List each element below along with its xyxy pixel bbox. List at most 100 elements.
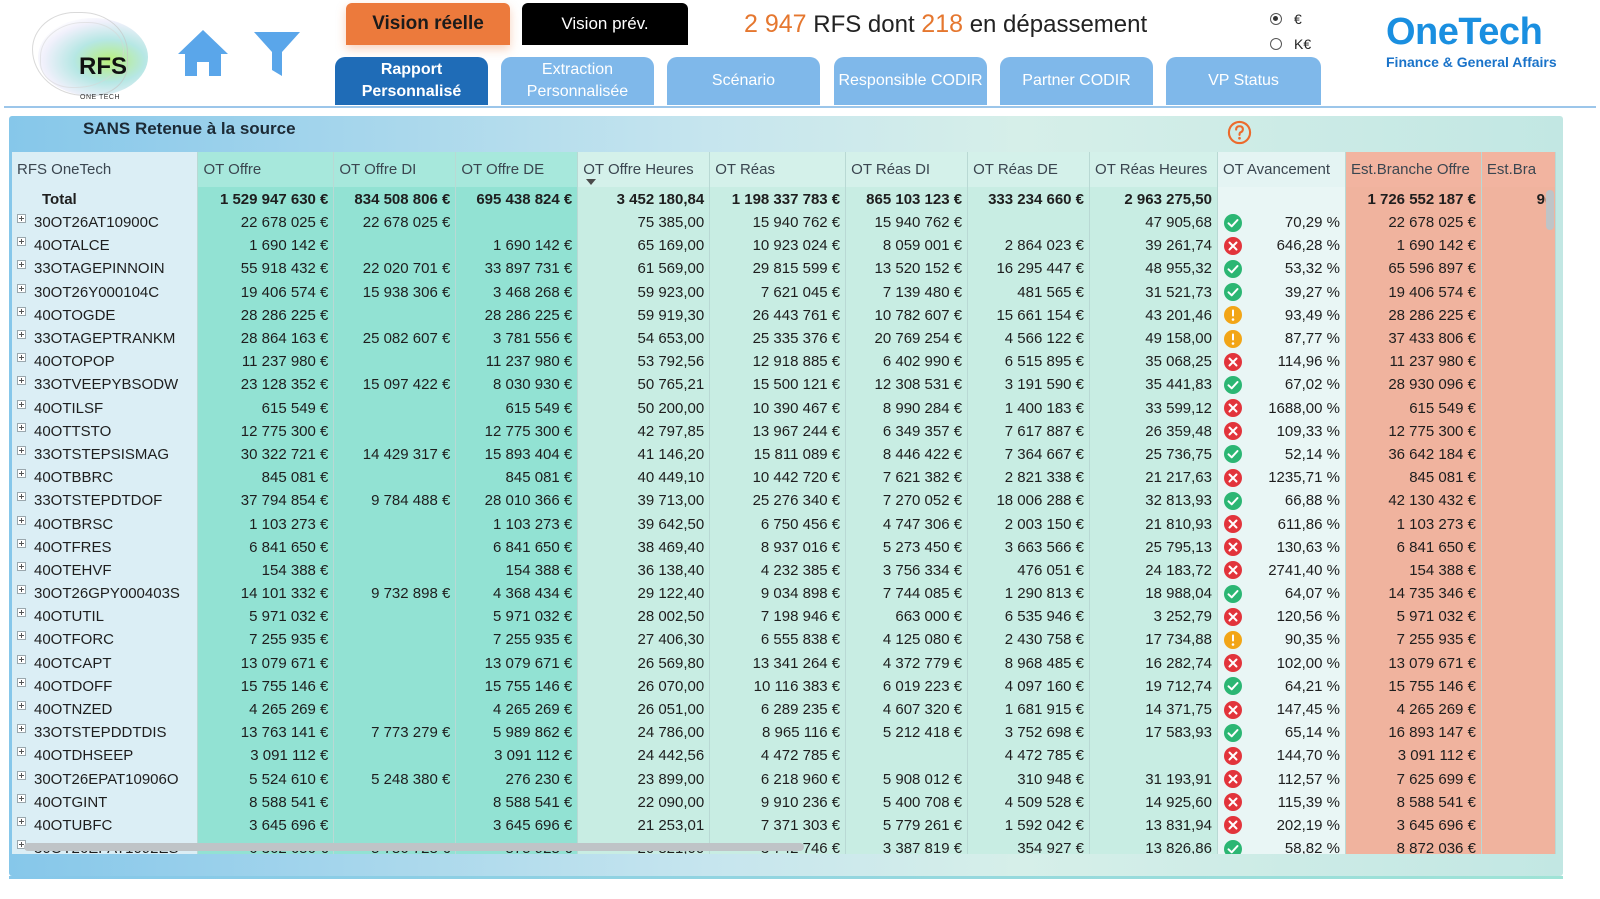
- vision-reelle-button[interactable]: Vision réelle: [346, 3, 510, 45]
- table-row[interactable]: 40OTOPOP 11 237 980 €11 237 980 €53 792,5…: [12, 350, 1556, 374]
- header-est-branche-cut[interactable]: Est.Bra: [1481, 152, 1556, 187]
- radio-keuro[interactable]: [1270, 37, 1282, 50]
- header-ot-offre-de[interactable]: OT Offre DE: [455, 152, 579, 187]
- header-est-branche-offre[interactable]: Est.Branche Offre: [1345, 152, 1482, 187]
- radio-euro[interactable]: [1270, 12, 1282, 25]
- table-row[interactable]: 40OTDOFF 15 755 146 €15 755 146 €26 070,0…: [12, 674, 1556, 698]
- row-name-cell[interactable]: 33OTAGEPTRANKM: [12, 326, 199, 351]
- row-name-cell[interactable]: 33OTVEEPYBSODW: [12, 373, 199, 397]
- header-ot-offre[interactable]: OT Offre: [197, 152, 335, 187]
- table-row[interactable]: 40OTBRSC 1 103 273 €1 103 273 €39 642,50 6…: [12, 512, 1556, 536]
- table-row[interactable]: 40OTFRES 6 841 650 €6 841 650 €38 469,40 8…: [12, 535, 1556, 559]
- expand-icon[interactable]: [17, 330, 26, 340]
- expand-icon[interactable]: [17, 585, 26, 595]
- expand-icon[interactable]: [17, 654, 26, 664]
- row-name-cell[interactable]: 40OTEHVF: [12, 558, 199, 582]
- header-ot-offre-heures[interactable]: OT Offre Heures: [577, 152, 711, 187]
- row-name-cell[interactable]: 40OTGINT: [12, 790, 199, 814]
- header-ot-reas-di[interactable]: OT Réas DI: [845, 152, 969, 187]
- row-name-cell[interactable]: 40OTOGDE: [12, 303, 199, 327]
- row-name-cell[interactable]: 40OTUBFC: [12, 813, 199, 838]
- table-row[interactable]: 33OTVEEPYBSODW 23 128 352 €15 097 422 €8 …: [12, 373, 1556, 397]
- row-name-cell[interactable]: 40OTALCE: [12, 234, 199, 258]
- home-icon[interactable]: [176, 28, 230, 78]
- row-name-cell[interactable]: 33OTAGEPINNOIN: [12, 257, 199, 281]
- header-ot-reas-de[interactable]: OT Réas DE: [967, 152, 1091, 187]
- header-rfs-onetech[interactable]: RFS OneTech: [12, 152, 199, 187]
- row-name-cell[interactable]: 30OT26Y000104C: [12, 280, 199, 304]
- expand-icon[interactable]: [17, 376, 26, 386]
- table-row[interactable]: 33OTSTEPSISMAG 30 322 721 €14 429 317 €15…: [12, 442, 1556, 467]
- expand-icon[interactable]: [17, 747, 26, 757]
- expand-icon[interactable]: [17, 422, 26, 432]
- row-name-cell[interactable]: 40OTCAPT: [12, 651, 199, 675]
- row-name-cell[interactable]: 30OT26GPY000403S: [12, 582, 199, 606]
- tab-vp-status[interactable]: VP Status: [1166, 57, 1321, 105]
- help-icon[interactable]: [1227, 120, 1252, 145]
- expand-icon[interactable]: [17, 561, 26, 571]
- expand-icon[interactable]: [17, 631, 26, 641]
- table-row[interactable]: 30OT26EPAT10906O 5 524 610 €5 248 380 €27…: [12, 767, 1556, 791]
- table-row[interactable]: 33OTAGEPTRANKM 28 864 163 €25 082 607 €3 …: [12, 326, 1556, 351]
- tab-scenario[interactable]: Scénario: [667, 57, 820, 105]
- expand-icon[interactable]: [17, 816, 26, 826]
- table-row[interactable]: 40OTILSF 615 549 €615 549 €50 200,00 10 39…: [12, 396, 1556, 420]
- row-name-cell[interactable]: 33OTSTEPDTDOF: [12, 489, 199, 513]
- table-row[interactable]: 30OT26GPY000403S 14 101 332 €9 732 898 €4…: [12, 582, 1556, 606]
- table-row[interactable]: 33OTSTEPDTDOF 37 794 854 €9 784 488 €28 0…: [12, 489, 1556, 513]
- expand-icon[interactable]: [17, 237, 26, 247]
- expand-icon[interactable]: [17, 399, 26, 409]
- row-name-cell[interactable]: 30OT26EPAT10906O: [12, 767, 199, 791]
- header-ot-reas-heures[interactable]: OT Réas Heures: [1089, 152, 1218, 187]
- row-name-cell[interactable]: 40OTOPOP: [12, 350, 199, 374]
- header-ot-avancement[interactable]: OT Avancement: [1217, 152, 1346, 187]
- expand-icon[interactable]: [17, 724, 26, 734]
- expand-icon[interactable]: [17, 538, 26, 548]
- expand-icon[interactable]: [17, 306, 26, 316]
- table-row[interactable]: 40OTUTIL 5 971 032 €5 971 032 €28 002,50 7…: [12, 605, 1556, 629]
- row-name-cell[interactable]: 40OTFRES: [12, 535, 199, 559]
- row-name-cell[interactable]: 40OTTSTO: [12, 419, 199, 443]
- tab-partner-codir[interactable]: Partner CODIR: [1000, 57, 1153, 105]
- expand-icon[interactable]: [17, 214, 26, 224]
- table-row[interactable]: 40OTGINT 8 588 541 €8 588 541 €22 090,00 9…: [12, 790, 1556, 814]
- row-name-cell[interactable]: 40OTBBRC: [12, 466, 199, 490]
- table-row[interactable]: 40OTUBFC 3 645 696 €3 645 696 €21 253,01 7…: [12, 813, 1556, 838]
- table-row[interactable]: 40OTNZED 4 265 269 €4 265 269 €26 051,00 6…: [12, 697, 1556, 722]
- vertical-scrollbar[interactable]: [1546, 190, 1554, 230]
- expand-icon[interactable]: [17, 701, 26, 711]
- row-name-cell[interactable]: 33OTSTEPDDTDIS: [12, 721, 199, 745]
- currency-option-keuro[interactable]: K€: [1270, 31, 1311, 56]
- expand-icon[interactable]: [17, 353, 26, 363]
- expand-icon[interactable]: [17, 515, 26, 525]
- table-row[interactable]: 40OTTSTO 12 775 300 €12 775 300 €42 797,8…: [12, 419, 1556, 443]
- row-name-cell[interactable]: 33OTSTEPSISMAG: [12, 442, 199, 467]
- header-ot-reas[interactable]: OT Réas: [709, 152, 847, 187]
- row-name-cell[interactable]: 30OT26AT10900C: [12, 211, 199, 235]
- filter-icon[interactable]: [252, 30, 302, 78]
- expand-icon[interactable]: [17, 283, 26, 293]
- row-name-cell[interactable]: 40OTDHSEEP: [12, 744, 199, 768]
- expand-icon[interactable]: [17, 445, 26, 455]
- table-row[interactable]: 40OTEHVF 154 388 €154 388 €36 138,40 4 232…: [12, 558, 1556, 582]
- table-row[interactable]: 40OTDHSEEP 3 091 112 €3 091 112 €24 442,5…: [12, 744, 1556, 768]
- table-row[interactable]: 40OTBBRC 845 081 €845 081 €40 449,10 10 44…: [12, 466, 1556, 490]
- table-row[interactable]: 40OTOGDE 28 286 225 €28 286 225 €59 919,3…: [12, 303, 1556, 327]
- expand-icon[interactable]: [17, 793, 26, 803]
- currency-option-euro[interactable]: €: [1270, 6, 1311, 31]
- expand-icon[interactable]: [17, 260, 26, 270]
- expand-icon[interactable]: [17, 469, 26, 479]
- row-name-cell[interactable]: 40OTUTIL: [12, 605, 199, 629]
- row-name-cell[interactable]: 40OTNZED: [12, 697, 199, 722]
- table-row[interactable]: 30OT26AT10900C 22 678 025 €22 678 025 €75…: [12, 211, 1556, 235]
- row-name-cell[interactable]: 40OTFORC: [12, 628, 199, 652]
- table-row[interactable]: 33OTAGEPINNOIN 55 918 432 €22 020 701 €33…: [12, 257, 1556, 281]
- expand-icon[interactable]: [17, 770, 26, 780]
- table-row[interactable]: 30OT26Y000104C 19 406 574 €15 938 306 €3 …: [12, 280, 1556, 304]
- data-table-container[interactable]: RFS OneTech OT Offre OT Offre DI OT Offr…: [12, 152, 1556, 854]
- row-name-cell[interactable]: 40OTILSF: [12, 396, 199, 420]
- expand-icon[interactable]: [17, 608, 26, 618]
- header-ot-offre-di[interactable]: OT Offre DI: [333, 152, 457, 187]
- row-name-cell[interactable]: 40OTBRSC: [12, 512, 199, 536]
- table-row[interactable]: 40OTFORC 7 255 935 €7 255 935 €27 406,30 6…: [12, 628, 1556, 652]
